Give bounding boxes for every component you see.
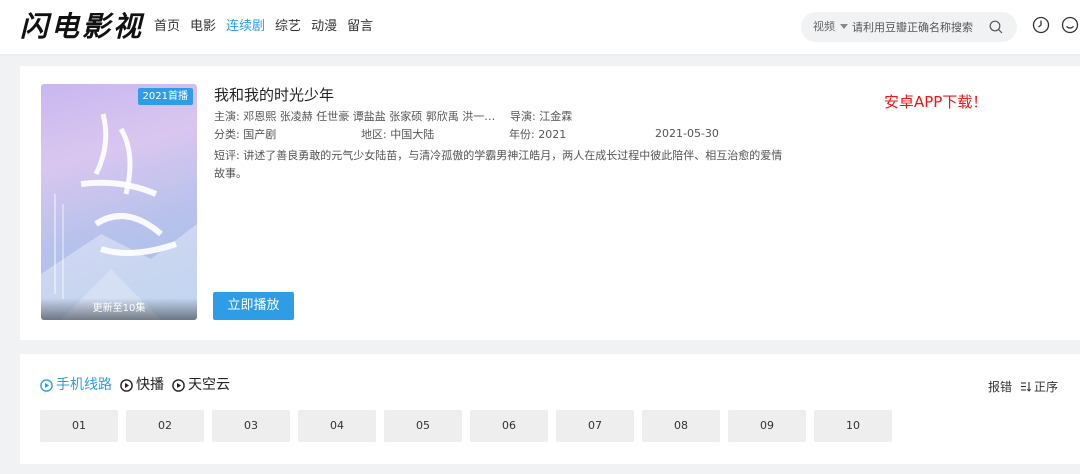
android-download-link[interactable]: 安卓APP下载！ <box>884 93 987 111</box>
year-label: 年份: <box>509 128 535 141</box>
episode-button-05[interactable]: 05 <box>384 410 462 442</box>
site-logo[interactable]: 闪电影视 <box>20 10 144 44</box>
director-line: 导演: 江金霖 <box>510 109 572 125</box>
sort-label: 正序 <box>1034 380 1059 394</box>
play-circle-icon <box>40 378 53 392</box>
nav-item-series[interactable]: 连续剧 <box>226 17 265 37</box>
cast-value: 邓恩熙 张凌赫 任世豪 谭盐盐 张家硕 郭欣禹 洪一… <box>243 110 496 123</box>
episode-button-10[interactable]: 10 <box>814 410 892 442</box>
search-icon[interactable] <box>989 20 1003 34</box>
source-tab-tiankongyun[interactable]: 天空云 <box>172 376 230 394</box>
episode-button-01[interactable]: 01 <box>40 410 118 442</box>
user-icon[interactable] <box>1061 16 1079 34</box>
category-value[interactable]: 国产剧 <box>243 128 276 141</box>
video-title[interactable]: 我和我的时光少年 <box>214 86 334 104</box>
cast-label: 主演: <box>214 110 240 123</box>
premiere-badge: 2021首播 <box>137 88 193 105</box>
summary-text: 讲述了善良勇敢的元气少女陆苗，与清冷孤傲的学霸男神江皓月，两人在成长过程中彼此陪… <box>243 149 783 162</box>
search-bar: 视频 <box>801 12 1017 42</box>
episode-list: 01 02 03 04 05 06 07 08 09 10 <box>40 410 892 442</box>
episodes-card: 手机线路 快播 天空云 报错 正序 01 02 03 04 05 06 07 0… <box>20 354 1080 464</box>
year-value[interactable]: 2021 <box>538 128 566 141</box>
play-circle-icon <box>120 378 133 392</box>
region-label: 地区: <box>361 128 387 141</box>
director-value: 江金霖 <box>539 110 573 123</box>
nav-item-variety[interactable]: 综艺 <box>275 17 301 37</box>
nav-item-guestbook[interactable]: 留言 <box>347 17 373 37</box>
episode-button-06[interactable]: 06 <box>470 410 548 442</box>
poster-image[interactable]: 2021首播 更新至10集 <box>41 84 197 320</box>
summary-text-continued: 故事。 <box>214 167 247 180</box>
top-header: 闪电影视 首页 电影 连续剧 综艺 动漫 留言 视频 <box>0 0 1080 54</box>
episode-button-09[interactable]: 09 <box>728 410 806 442</box>
search-input[interactable] <box>852 18 982 36</box>
play-circle-icon <box>172 378 185 392</box>
nav-item-anime[interactable]: 动漫 <box>311 17 337 37</box>
episode-button-08[interactable]: 08 <box>642 410 720 442</box>
source-tab-label: 快播 <box>136 377 164 393</box>
episode-update-label: 更新至10集 <box>41 298 197 320</box>
director-label: 导演: <box>510 110 536 123</box>
source-tab-label: 手机线路 <box>56 377 112 393</box>
episode-button-04[interactable]: 04 <box>298 410 376 442</box>
source-tab-mobile[interactable]: 手机线路 <box>40 376 112 394</box>
source-tabs: 手机线路 快播 天空云 <box>40 376 230 394</box>
episode-button-03[interactable]: 03 <box>212 410 290 442</box>
year-line: 年份: 2021 <box>509 127 566 143</box>
category-line: 分类: 国产剧 <box>214 127 276 143</box>
sort-icon <box>1021 382 1031 392</box>
nav-item-home[interactable]: 首页 <box>154 17 180 37</box>
play-now-button[interactable]: 立即播放 <box>213 292 294 320</box>
history-icon[interactable] <box>1032 16 1050 34</box>
caret-down-icon[interactable] <box>840 24 848 29</box>
source-tab-kuaibo[interactable]: 快播 <box>120 376 164 394</box>
nav-item-movies[interactable]: 电影 <box>190 17 216 37</box>
region-value[interactable]: 中国大陆 <box>390 128 434 141</box>
episode-button-02[interactable]: 02 <box>126 410 204 442</box>
episode-button-07[interactable]: 07 <box>556 410 634 442</box>
poster-artwork <box>41 113 197 320</box>
report-error-link[interactable]: 报错 <box>988 378 1012 395</box>
search-type-select[interactable]: 视频 <box>813 12 835 42</box>
category-label: 分类: <box>214 128 240 141</box>
main-nav: 首页 电影 连续剧 综艺 动漫 留言 <box>154 17 373 37</box>
region-line: 地区: 中国大陆 <box>361 127 434 143</box>
release-date: 2021-05-30 <box>655 127 719 140</box>
summary-line: 短评: 讲述了善良勇敢的元气少女陆苗，与清冷孤傲的学霸男神江皓月，两人在成长过程… <box>214 148 782 164</box>
cast-line: 主演: 邓恩熙 张凌赫 任世豪 谭盐盐 张家硕 郭欣禹 洪一… <box>214 109 495 125</box>
sort-order-toggle[interactable]: 正序 <box>1020 378 1058 395</box>
summary-label: 短评: <box>214 149 240 162</box>
source-tab-label: 天空云 <box>188 377 230 393</box>
video-detail-card: 2021首播 更新至10集 我和我的时光少年 主演: 邓恩熙 张凌赫 任世豪 谭… <box>20 66 1080 340</box>
